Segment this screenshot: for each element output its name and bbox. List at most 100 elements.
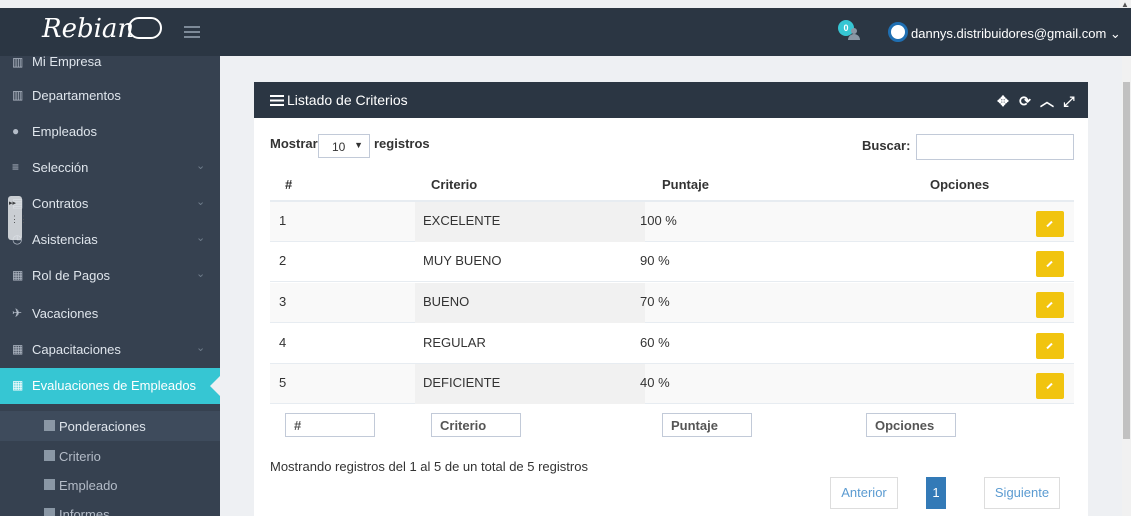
edit-button[interactable]	[1036, 251, 1064, 277]
page-size-value: 10	[332, 140, 346, 154]
sidebar-item-label: Selección	[32, 160, 89, 175]
edit-button[interactable]	[1036, 373, 1064, 399]
sidebar-item-contratos[interactable]: ▤ Contratos ⌄	[0, 186, 220, 222]
row-number: 5	[279, 375, 287, 390]
user-icon	[44, 479, 55, 490]
current-page-button[interactable]: 1	[926, 477, 946, 509]
row-criterio: EXCELENTE	[423, 213, 501, 228]
sidebar-item-evaluaciones[interactable]: ▦ Evaluaciones de Empleados	[0, 368, 220, 404]
brand-logo[interactable]: Rebian	[42, 14, 163, 44]
plane-icon: ✈	[12, 306, 23, 320]
row-number: 1	[279, 213, 287, 228]
collapse-icon[interactable]: ︿	[1038, 91, 1056, 111]
search-input[interactable]	[916, 134, 1074, 160]
table-row: 5 DEFICIENTE 40 %	[270, 364, 1074, 404]
file-icon	[44, 508, 55, 516]
sidebar-item-departamentos[interactable]: ▥ Departamentos	[0, 78, 220, 114]
sidebar-subitem-ponderaciones[interactable]: Ponderaciones	[0, 411, 220, 441]
brand-area: Rebian	[0, 8, 220, 56]
edit-button[interactable]	[1036, 292, 1064, 318]
chevron-down-icon: ⌄	[196, 196, 206, 208]
show-label: Mostrar	[270, 136, 318, 151]
sidebar-item-vacaciones[interactable]: ✈ Vacaciones	[0, 296, 220, 332]
portlet-title: Listado de Criterios	[270, 92, 408, 108]
row-number: 2	[279, 253, 287, 268]
row-puntaje: 70 %	[640, 294, 670, 309]
sidebar-subitem-informes[interactable]: Informes	[0, 499, 220, 516]
top-bar: Rebian 0 dannys.distribuidores@gmail.com…	[0, 8, 1131, 56]
scrollbar-thumb[interactable]	[1123, 82, 1130, 439]
edit-button[interactable]	[1036, 211, 1064, 237]
sidebar-subitem-criterio[interactable]: Criterio	[0, 441, 220, 471]
row-number: 4	[279, 335, 287, 350]
user-email: dannys.distribuidores@gmail.com	[911, 26, 1107, 41]
column-header-opciones: Opciones	[930, 177, 990, 192]
sidebar-item-capacitaciones[interactable]: ▦ Capacitaciones ⌄	[0, 332, 220, 368]
table-icon: ▦	[12, 342, 24, 356]
search-label: Buscar:	[862, 138, 911, 153]
row-puntaje: 90 %	[640, 253, 670, 268]
sidebar-item-empleados[interactable]: ● Empleados	[0, 114, 220, 150]
portlet-tools: ✥ ⟳ ︿ ⤢	[990, 91, 1078, 111]
avatar[interactable]	[888, 22, 908, 42]
table-row: 4 REGULAR 60 %	[270, 324, 1074, 364]
sidebar-item-label: Contratos	[32, 196, 89, 211]
chevron-down-icon: ⌄	[196, 268, 206, 280]
users-icon: ●	[12, 124, 20, 138]
next-page-button[interactable]: Siguiente	[984, 477, 1060, 509]
sidebar-subitem-label: Criterio	[59, 449, 101, 464]
sidebar: ▥ Mi Empresa ▥ Departamentos ● Empleados…	[0, 56, 220, 516]
edit-button[interactable]	[1036, 333, 1064, 359]
move-icon[interactable]: ✥	[994, 93, 1012, 110]
chevron-down-icon: ⌄	[196, 232, 206, 244]
filter-opciones-input[interactable]: Opciones	[866, 413, 956, 437]
column-header-puntaje[interactable]: Puntaje	[662, 177, 709, 192]
chevron-down-icon: ⌄	[1109, 26, 1121, 41]
sidebar-subitem-label: Informes	[59, 507, 110, 516]
records-label: registros	[374, 136, 430, 151]
notifications-button[interactable]: 0	[838, 20, 866, 44]
criteria-portlet: Listado de Criterios ✥ ⟳ ︿ ⤢ Mostrar 10 ▼ r…	[254, 82, 1088, 516]
sidebar-subitem-label: Ponderaciones	[59, 419, 146, 434]
sidebar-item-label: Capacitaciones	[32, 342, 121, 357]
filter-number-input[interactable]: #	[285, 413, 375, 437]
page-size-select[interactable]: 10 ▼	[318, 134, 370, 158]
bank-icon: ▥	[12, 88, 24, 102]
sidebar-item-label: Mi Empresa	[32, 56, 102, 69]
sidebar-subitem-empleado[interactable]: Empleado	[0, 470, 220, 500]
table-row: 3 BUENO 70 %	[270, 283, 1074, 323]
chevron-down-icon: ▼	[354, 140, 363, 150]
row-puntaje: 40 %	[640, 375, 670, 390]
table-row: 2 MUY BUENO 90 %	[270, 242, 1074, 282]
sidebar-item-label: Vacaciones	[32, 306, 99, 321]
filter-puntaje-input[interactable]: Puntaje	[662, 413, 752, 437]
menu-toggle-icon[interactable]	[184, 26, 200, 38]
column-header-criterio[interactable]: Criterio	[431, 177, 477, 192]
row-criterio: REGULAR	[423, 335, 486, 350]
sidebar-item-label: Asistencias	[32, 232, 98, 247]
sidebar-item-asistencias[interactable]: ◷ Asistencias ⌄	[0, 222, 220, 258]
column-header-number[interactable]: #	[285, 177, 292, 192]
previous-page-button[interactable]: Anterior	[830, 477, 898, 509]
reload-icon[interactable]: ⟳	[1016, 93, 1034, 110]
scroll-up-arrow-icon[interactable]: ▲	[1119, 0, 1131, 9]
sidebar-item-label: Empleados	[32, 124, 98, 139]
user-menu[interactable]: dannys.distribuidores@gmail.com ⌄	[911, 26, 1121, 42]
table-icon: ▦	[12, 268, 24, 282]
row-number: 3	[279, 294, 287, 309]
table-row: 1 EXCELENTE 100 %	[270, 202, 1074, 242]
row-criterio: MUY BUENO	[423, 253, 502, 268]
sidebar-item-rol-de-pagos[interactable]: ▦ Rol de Pagos ⌄	[0, 258, 220, 294]
sidebar-item-seleccion[interactable]: ≡ Selección ⌄	[0, 150, 220, 186]
chevron-down-icon: ⌄	[196, 160, 206, 172]
sidebar-subitem-label: Empleado	[59, 478, 118, 493]
portlet-title-text: Listado de Criterios	[287, 92, 408, 108]
row-puntaje: 60 %	[640, 335, 670, 350]
brand-name: Rebian	[42, 14, 135, 44]
filter-criterio-input[interactable]: Criterio	[431, 413, 521, 437]
cloud-icon	[128, 17, 163, 39]
row-criterio: BUENO	[423, 294, 470, 309]
drawer-handle-icon[interactable]	[8, 196, 28, 240]
table-info: Mostrando registros del 1 al 5 de un tot…	[270, 459, 588, 474]
fullscreen-icon[interactable]: ⤢	[1060, 93, 1078, 110]
